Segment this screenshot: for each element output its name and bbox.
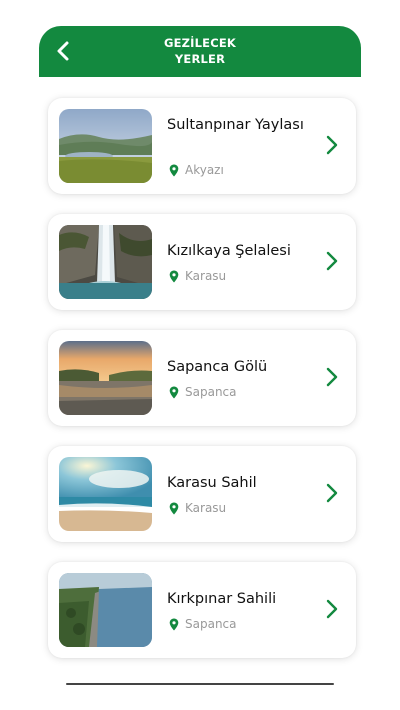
open-button[interactable]: [322, 598, 342, 620]
place-location-label: Sapanca: [185, 617, 237, 631]
map-pin-icon: [169, 386, 179, 398]
place-title: Sultanpınar Yaylası: [167, 117, 304, 133]
place-location-label: Akyazı: [185, 163, 224, 177]
place-location-label: Karasu: [185, 501, 227, 515]
place-location: Sapanca: [169, 385, 237, 399]
place-image-karasu-sahil: [59, 457, 152, 531]
place-title: Kızılkaya Şelalesi: [167, 243, 291, 259]
place-image-kirkpinar: [59, 573, 152, 647]
header-bar: GEZİLECEK YERLER: [39, 26, 361, 77]
place-title: Kırkpınar Sahili: [167, 591, 277, 607]
open-button[interactable]: [322, 134, 342, 156]
place-location-label: Sapanca: [185, 385, 237, 399]
page-title-line-2: YERLER: [174, 52, 226, 66]
place-location: Karasu: [169, 501, 226, 515]
place-card-sultanpinar[interactable]: Sultanpınar Yaylası Akyazı: [48, 98, 356, 194]
place-card-kirkpinar[interactable]: Kırkpınar Sahili Sapanca: [48, 562, 356, 658]
page-title: GEZİLECEK YERLER: [39, 35, 361, 67]
open-button[interactable]: [322, 366, 342, 388]
map-pin-icon: [169, 270, 179, 282]
chevron-right-icon: [326, 483, 338, 503]
places-list: Sultanpınar Yaylası Akyazı Kızılkaya Şel…: [48, 98, 356, 678]
chevron-right-icon: [326, 251, 338, 271]
map-pin-icon: [169, 502, 179, 514]
place-image-sapanca-golu: [59, 341, 152, 415]
place-image-sultanpinar: [59, 109, 152, 183]
place-title: Sapanca Gölü: [167, 359, 268, 375]
place-card-sapanca-golu[interactable]: Sapanca Gölü Sapanca: [48, 330, 356, 426]
home-indicator: [66, 683, 334, 685]
place-location: Akyazı: [169, 163, 224, 177]
place-location-label: Karasu: [185, 269, 227, 283]
place-card-kizilkaya[interactable]: Kızılkaya Şelalesi Karasu: [48, 214, 356, 310]
chevron-right-icon: [326, 599, 338, 619]
page-title-line-1: GEZİLECEK: [163, 36, 237, 50]
place-location: Sapanca: [169, 617, 237, 631]
map-pin-icon: [169, 618, 179, 630]
place-title: Karasu Sahil: [167, 475, 257, 491]
place-image-kizilkaya: [59, 225, 152, 299]
place-location: Karasu: [169, 269, 226, 283]
chevron-right-icon: [326, 135, 338, 155]
chevron-right-icon: [326, 367, 338, 387]
map-pin-icon: [169, 164, 179, 176]
open-button[interactable]: [322, 250, 342, 272]
place-card-karasu-sahil[interactable]: Karasu Sahil Karasu: [48, 446, 356, 542]
open-button[interactable]: [322, 482, 342, 504]
